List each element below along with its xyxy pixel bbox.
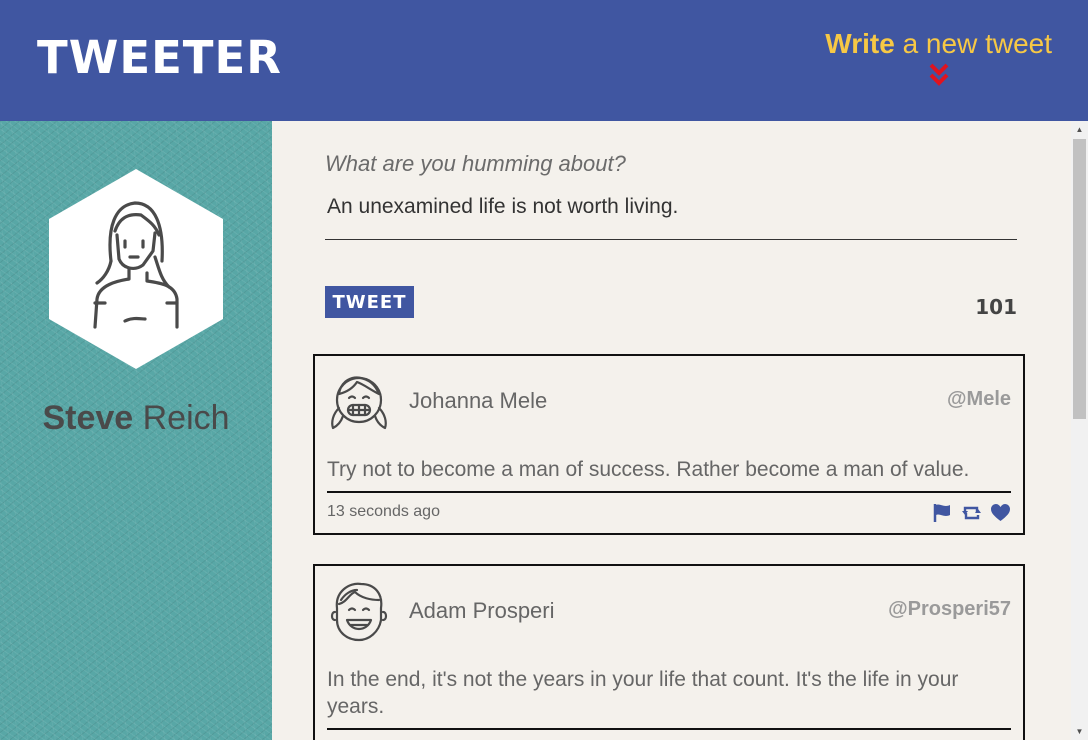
tweet-avatar [331,376,387,430]
tweet-timestamp: 13 seconds ago [327,503,440,520]
composer-prompt: What are you humming about? [325,151,626,176]
tweet-text: In the end, it's not the years in your l… [327,668,959,718]
scroll-thumb[interactable] [1073,139,1086,419]
compose-toggle-bold: Write [825,28,895,59]
write-new-tweet-toggle[interactable]: Write a new tweet [825,28,1052,88]
tweet-footer: 13 seconds ago [327,491,1011,533]
heart-icon[interactable] [990,503,1011,523]
compose-toggle-text: a new tweet [894,28,1052,59]
flag-icon[interactable] [932,503,953,523]
tweet-textarea[interactable]: An unexamined life is not worth living. [325,195,1017,239]
profile-last-name: Reich [133,399,230,437]
tweet-footer [327,728,1011,740]
tweet-card: Johanna Mele @Mele Try not to become a m… [313,354,1025,535]
profile-first-name: Steve [42,399,134,437]
top-nav: TWEETER Write a new tweet [0,0,1088,121]
tweet-text: Try not to become a man of success. Rath… [327,458,970,481]
tweet-actions [932,503,1011,523]
profile-sidebar: Steve Reich [0,121,272,740]
tweet-author-name: Johanna Mele [409,388,548,413]
tweet-avatar [330,582,388,642]
character-counter: 101 [975,295,1017,319]
composer-divider [325,239,1017,240]
profile-avatar [49,169,223,369]
chevron-double-down-icon [929,63,949,86]
scroll-down-arrow-icon[interactable]: ▼ [1071,723,1088,740]
main-feed: What are you humming about? An unexamine… [272,121,1071,740]
profile-username: Steve Reich [0,399,272,438]
tweet-author-handle: @Mele [947,388,1011,410]
brand-logo: TWEETER [37,31,282,84]
retweet-icon[interactable] [961,503,982,523]
tweet-author-handle: @Prosperi57 [888,598,1011,620]
scroll-up-arrow-icon[interactable]: ▲ [1071,121,1088,138]
vertical-scrollbar[interactable]: ▲ ▼ [1071,121,1088,740]
tweet-card: Adam Prosperi @Prosperi57 In the end, it… [313,564,1025,740]
tweet-composer: What are you humming about? An unexamine… [325,151,1017,319]
tweet-button[interactable]: TWEET [325,286,414,318]
tweet-author-name: Adam Prosperi [409,598,555,623]
